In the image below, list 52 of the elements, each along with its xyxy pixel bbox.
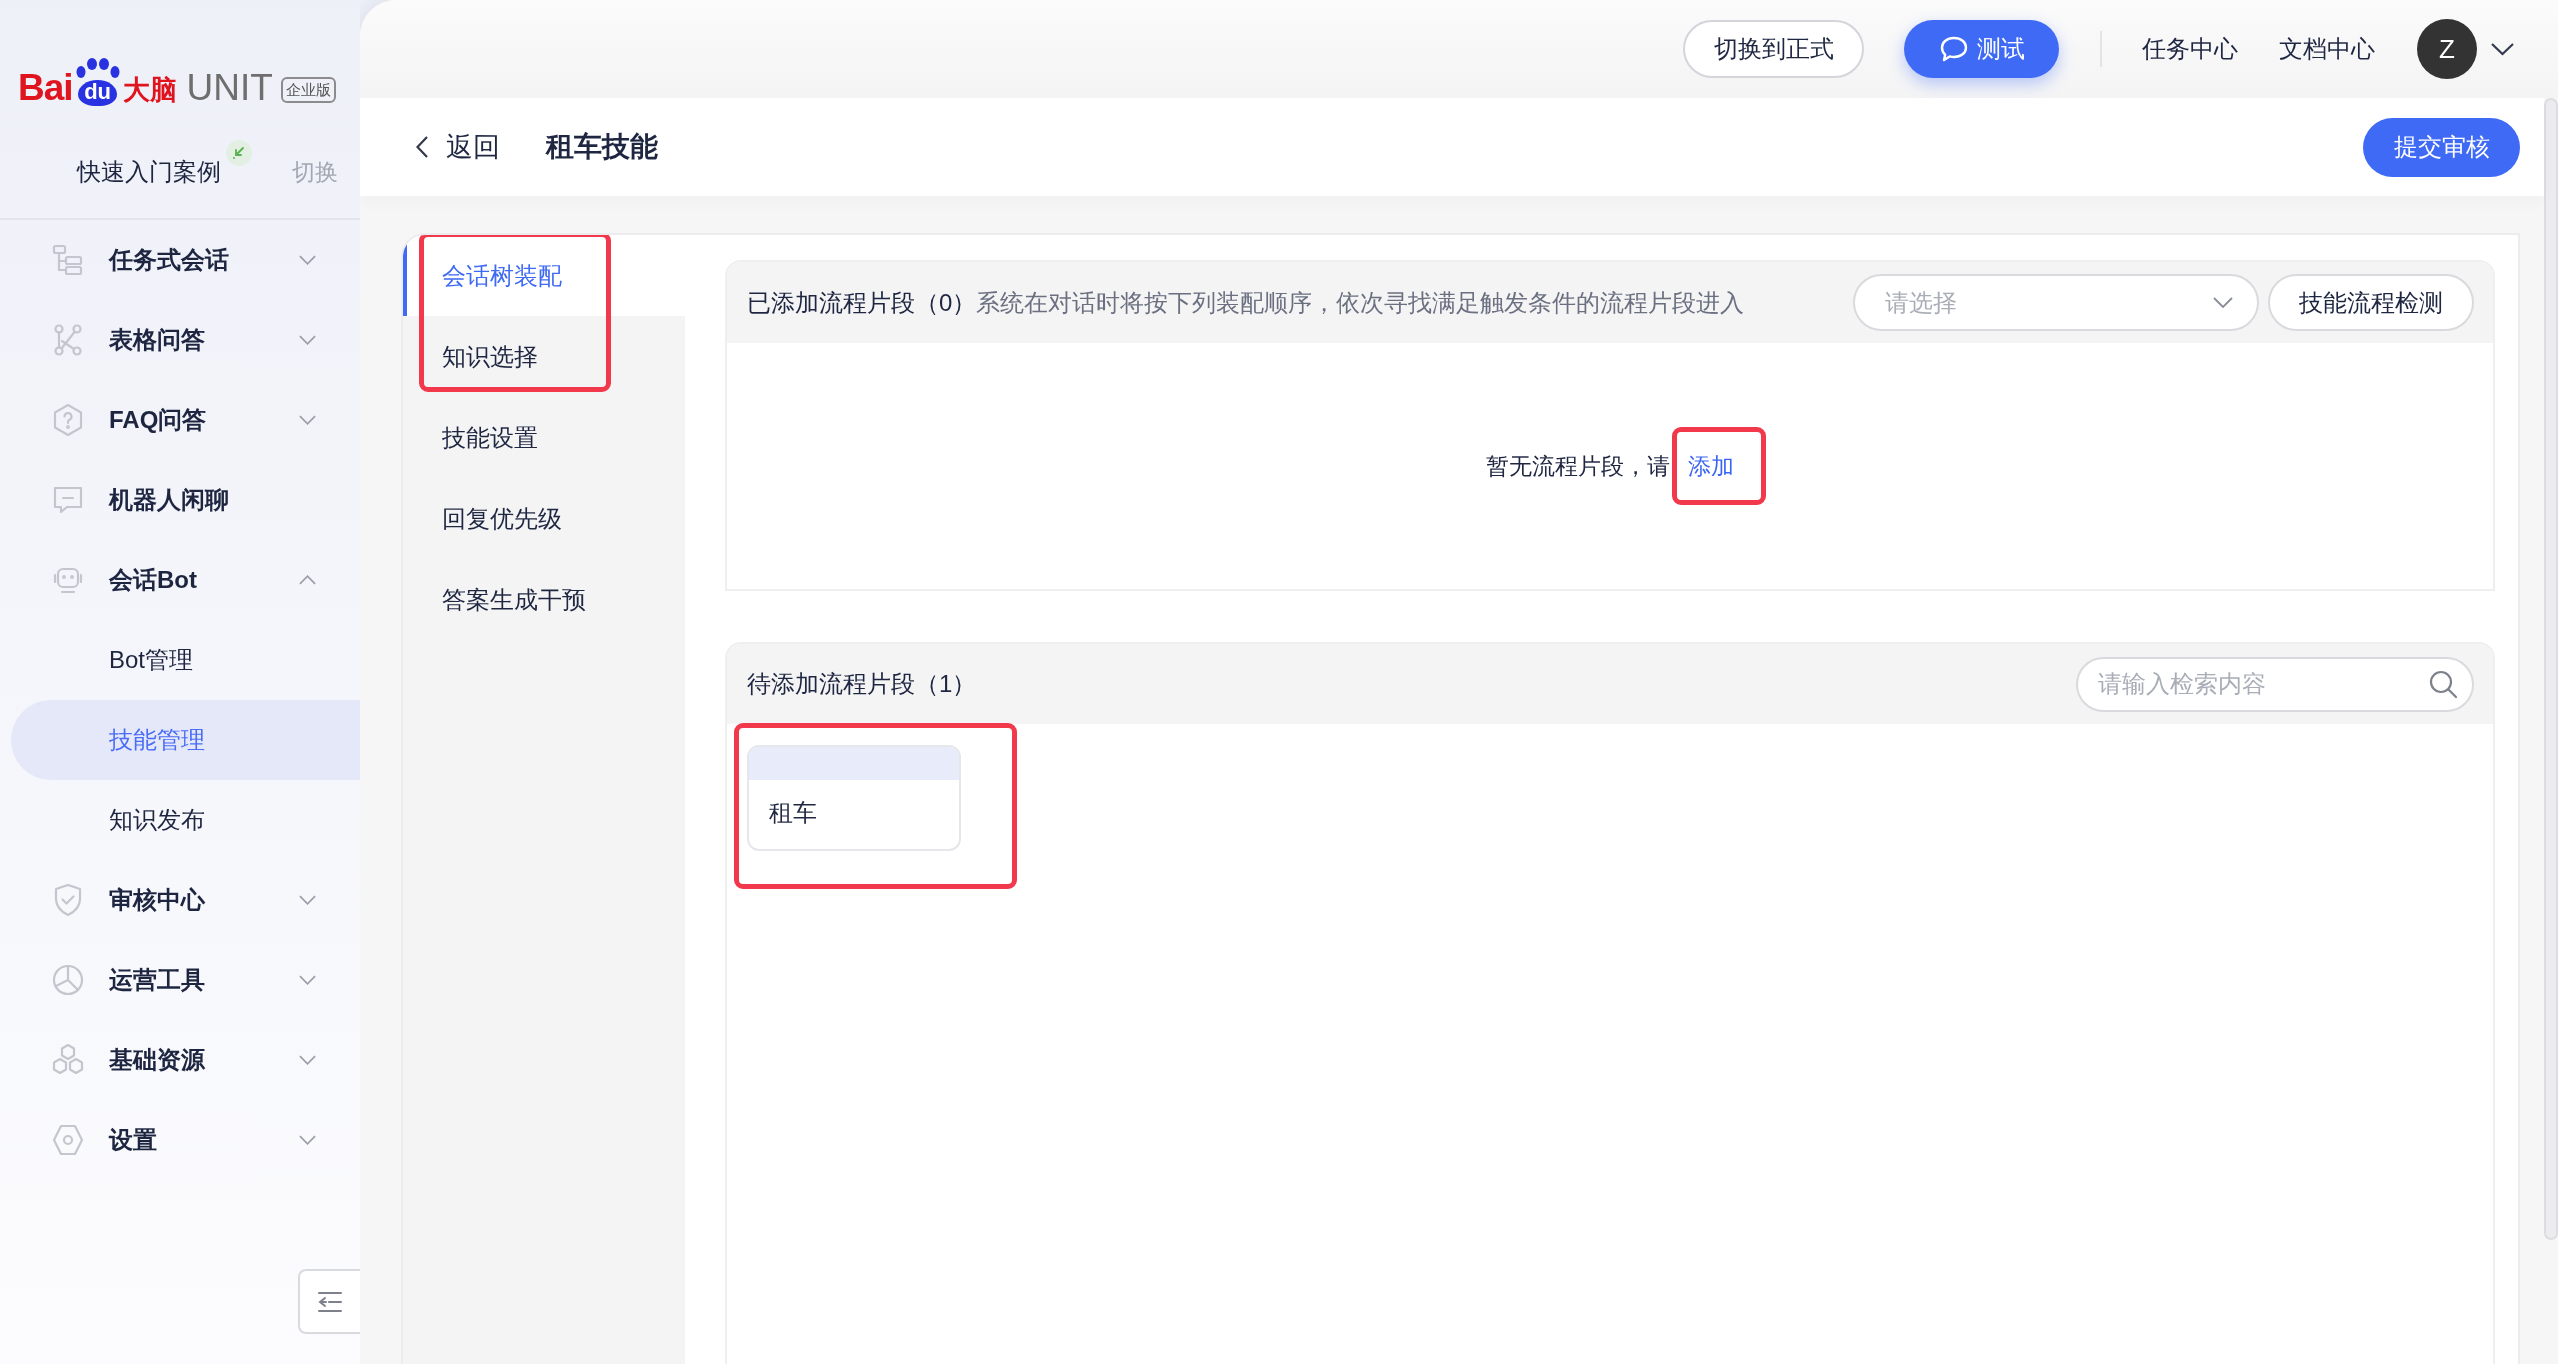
panel-title: 已添加流程片段（0） xyxy=(747,287,977,318)
pie-chart-icon xyxy=(50,962,86,998)
logo-text: Bai xyxy=(18,69,73,106)
avatar[interactable]: Z xyxy=(2417,19,2477,79)
subnav-item[interactable]: 回复优先级 xyxy=(403,478,685,559)
select-field[interactable]: 请选择 xyxy=(1853,274,2259,331)
subnav-item[interactable]: 会话树装配 xyxy=(403,235,685,316)
paw-icon xyxy=(74,58,121,80)
edition-badge: 企业版 xyxy=(280,77,336,103)
logo-text: 大脑 xyxy=(122,74,177,106)
nav-link[interactable]: 任务中心 xyxy=(2142,31,2238,67)
settings-icon xyxy=(50,1122,86,1158)
empty-message: 暂无流程片段，请 xyxy=(1486,451,1670,481)
menu-item[interactable]: 表格问答 xyxy=(0,300,360,380)
menu-item[interactable]: 运营工具 xyxy=(0,940,360,1020)
chevron-left-icon xyxy=(416,136,428,158)
chevron-down-icon xyxy=(2213,297,2233,308)
page-title: 租车技能 xyxy=(546,130,658,164)
submit-button[interactable]: 提交审核 xyxy=(2363,117,2520,177)
switch-button[interactable]: 切换到正式 xyxy=(1683,20,1864,78)
chat-bubble-icon xyxy=(1938,35,1969,63)
subnav-item[interactable]: 技能设置 xyxy=(403,397,685,478)
project-name: 快速入门案例 xyxy=(77,157,221,187)
subnav-item[interactable]: 答案生成干预 xyxy=(403,559,685,640)
check-flow-button[interactable]: 技能流程检测 xyxy=(2268,274,2474,331)
back-link[interactable]: 返回 xyxy=(416,126,500,168)
menu-item[interactable]: 基础资源 xyxy=(0,1020,360,1100)
flow-segment-card[interactable]: 租车 xyxy=(747,745,961,851)
nav-link[interactable]: 文档中心 xyxy=(2279,31,2375,67)
search-icon xyxy=(2428,669,2458,699)
subnav-item[interactable]: 知识选择 xyxy=(403,316,685,397)
menu-item[interactable]: 审核中心 xyxy=(0,860,360,940)
menu-item[interactable]: 设置 xyxy=(0,1100,360,1180)
submenu-item[interactable]: 技能管理 xyxy=(11,700,360,780)
menu-item[interactable]: 机器人闲聊 xyxy=(0,460,360,540)
logo-paw-text: du xyxy=(78,80,117,106)
search-field[interactable]: 请输入检索内容 xyxy=(2076,656,2474,712)
submenu-item[interactable]: Bot管理 xyxy=(0,620,360,700)
menu-item[interactable]: FAQ问答 xyxy=(0,380,360,460)
submenu-item[interactable]: 知识发布 xyxy=(0,780,360,860)
scrollbar-thumb[interactable] xyxy=(2544,98,2558,1240)
menu-item[interactable]: 会话Bot xyxy=(0,540,360,620)
chevron-down-icon[interactable] xyxy=(2490,42,2515,56)
panel-description: 系统在对话时将按下列装配顺序，依次寻找满足触发条件的流程片段进入 xyxy=(976,287,1745,318)
add-link[interactable]: 添加 xyxy=(1688,452,1734,479)
arrow-badge-icon xyxy=(226,140,252,166)
panel-title: 待添加流程片段（1） xyxy=(747,669,977,699)
product-name: UNIT xyxy=(186,69,273,106)
test-button[interactable]: 测试 xyxy=(1904,20,2059,78)
collapse-button[interactable] xyxy=(298,1269,360,1334)
menu-item[interactable]: 任务式会话 xyxy=(0,220,360,300)
collapse-icon xyxy=(317,1290,343,1313)
